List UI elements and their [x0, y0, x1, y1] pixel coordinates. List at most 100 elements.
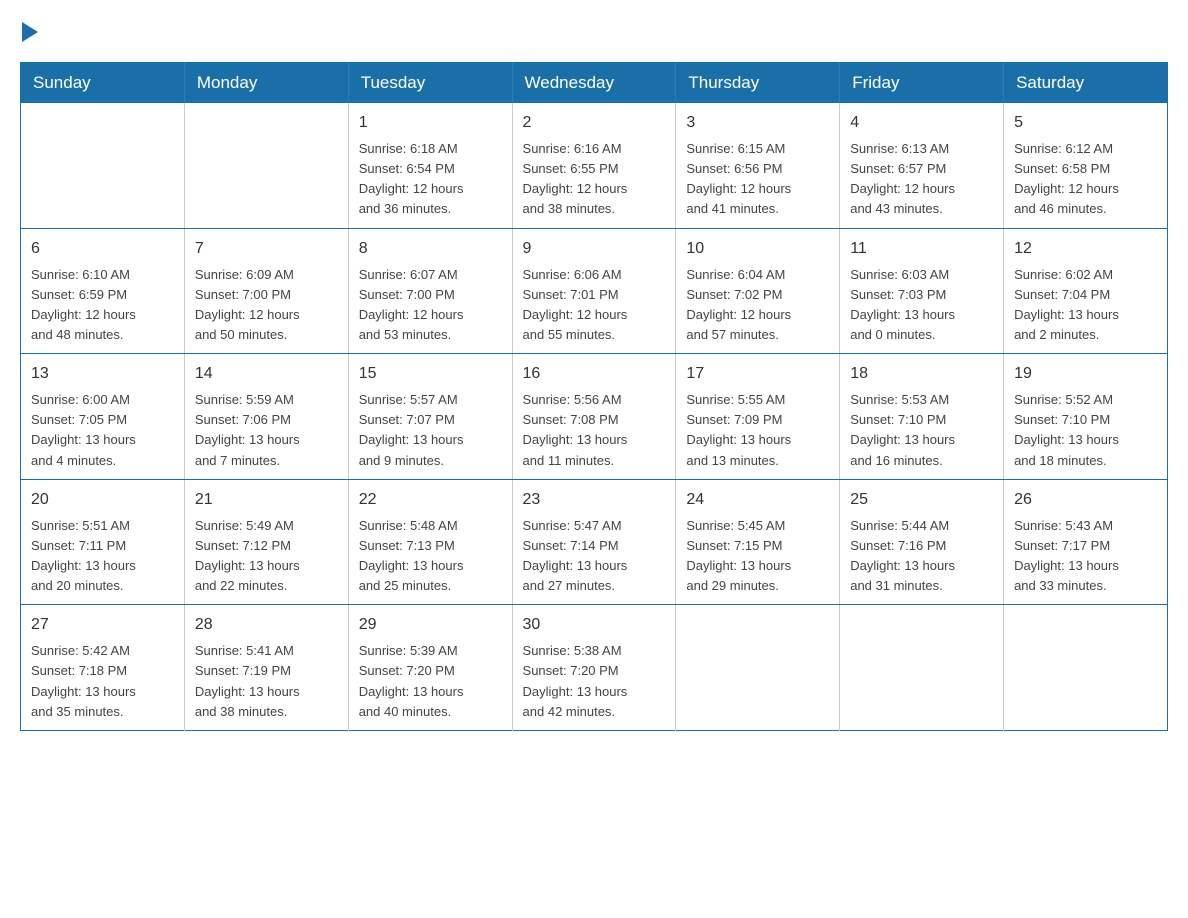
- calendar-cell: 24Sunrise: 5:45 AM Sunset: 7:15 PM Dayli…: [676, 479, 840, 605]
- day-info: Sunrise: 5:38 AM Sunset: 7:20 PM Dayligh…: [523, 641, 666, 722]
- day-number: 4: [850, 111, 993, 135]
- calendar-cell: 25 Sunrise: 5:44 AM Sunset: 7:16 PM Dayli…: [840, 479, 1004, 605]
- logo-triangle-icon: [22, 22, 38, 42]
- calendar-cell: [840, 605, 1004, 731]
- day-number: 24: [686, 488, 829, 512]
- calendar-cell: [184, 103, 348, 228]
- day-number: 18: [850, 362, 993, 386]
- header-monday: Monday: [184, 63, 348, 104]
- logo: [20, 20, 40, 42]
- calendar-cell: 4 Sunrise: 6:13 AM Sunset: 6:57 PM Daylig…: [840, 103, 1004, 228]
- day-info: Sunrise: 6:12 AM Sunset: 6:58 PM Dayligh…: [1014, 139, 1157, 220]
- day-info: Sunrise: 6:02 AM Sunset: 7:04 PM Dayligh…: [1014, 265, 1157, 346]
- weekday-header-row: SundayMondayTuesdayWednesdayThursdayFrid…: [21, 63, 1168, 104]
- calendar-cell: 6 Sunrise: 6:10 AM Sunset: 6:59 PM Daylig…: [21, 228, 185, 354]
- day-number: 14: [195, 362, 338, 386]
- calendar-cell: 9 Sunrise: 6:06 AM Sunset: 7:01 PM Daylig…: [512, 228, 676, 354]
- header-thursday: Thursday: [676, 63, 840, 104]
- calendar-cell: 12Sunrise: 6:02 AM Sunset: 7:04 PM Dayli…: [1004, 228, 1168, 354]
- calendar-cell: 28 Sunrise: 5:41 AM Sunset: 7:19 PM Dayli…: [184, 605, 348, 731]
- day-info: Sunrise: 5:59 AM Sunset: 7:06 PM Dayligh…: [195, 390, 338, 471]
- week-row-5: 27 Sunrise: 5:42 AM Sunset: 7:18 PM Dayli…: [21, 605, 1168, 731]
- day-info: Sunrise: 5:43 AM Sunset: 7:17 PM Dayligh…: [1014, 516, 1157, 597]
- header-sunday: Sunday: [21, 63, 185, 104]
- header-friday: Friday: [840, 63, 1004, 104]
- day-number: 29: [359, 613, 502, 637]
- day-info: Sunrise: 6:04 AM Sunset: 7:02 PM Dayligh…: [686, 265, 829, 346]
- week-row-4: 20 Sunrise: 5:51 AM Sunset: 7:11 PM Dayli…: [21, 479, 1168, 605]
- day-number: 11: [850, 237, 993, 261]
- day-number: 28: [195, 613, 338, 637]
- day-info: Sunrise: 5:48 AM Sunset: 7:13 PM Dayligh…: [359, 516, 502, 597]
- calendar-cell: 20 Sunrise: 5:51 AM Sunset: 7:11 PM Dayli…: [21, 479, 185, 605]
- week-row-1: 1Sunrise: 6:18 AM Sunset: 6:54 PM Daylig…: [21, 103, 1168, 228]
- calendar-cell: 8 Sunrise: 6:07 AM Sunset: 7:00 PM Daylig…: [348, 228, 512, 354]
- calendar-cell: 11 Sunrise: 6:03 AM Sunset: 7:03 PM Dayli…: [840, 228, 1004, 354]
- day-number: 6: [31, 237, 174, 261]
- day-number: 25: [850, 488, 993, 512]
- day-info: Sunrise: 5:39 AM Sunset: 7:20 PM Dayligh…: [359, 641, 502, 722]
- calendar-cell: 2Sunrise: 6:16 AM Sunset: 6:55 PM Daylig…: [512, 103, 676, 228]
- day-info: Sunrise: 6:00 AM Sunset: 7:05 PM Dayligh…: [31, 390, 174, 471]
- day-info: Sunrise: 6:18 AM Sunset: 6:54 PM Dayligh…: [359, 139, 502, 220]
- calendar-cell: 23Sunrise: 5:47 AM Sunset: 7:14 PM Dayli…: [512, 479, 676, 605]
- calendar-cell: 15 Sunrise: 5:57 AM Sunset: 7:07 PM Dayli…: [348, 354, 512, 480]
- calendar-cell: [676, 605, 840, 731]
- day-info: Sunrise: 5:44 AM Sunset: 7:16 PM Dayligh…: [850, 516, 993, 597]
- day-number: 20: [31, 488, 174, 512]
- calendar-cell: 30 Sunrise: 5:38 AM Sunset: 7:20 PM Dayli…: [512, 605, 676, 731]
- calendar-cell: 26 Sunrise: 5:43 AM Sunset: 7:17 PM Dayli…: [1004, 479, 1168, 605]
- calendar-cell: 16Sunrise: 5:56 AM Sunset: 7:08 PM Dayli…: [512, 354, 676, 480]
- day-info: Sunrise: 6:09 AM Sunset: 7:00 PM Dayligh…: [195, 265, 338, 346]
- calendar-cell: [21, 103, 185, 228]
- day-info: Sunrise: 6:07 AM Sunset: 7:00 PM Dayligh…: [359, 265, 502, 346]
- calendar-cell: 13 Sunrise: 6:00 AM Sunset: 7:05 PM Dayli…: [21, 354, 185, 480]
- calendar-cell: 19 Sunrise: 5:52 AM Sunset: 7:10 PM Dayli…: [1004, 354, 1168, 480]
- day-number: 21: [195, 488, 338, 512]
- day-info: Sunrise: 5:55 AM Sunset: 7:09 PM Dayligh…: [686, 390, 829, 471]
- header-tuesday: Tuesday: [348, 63, 512, 104]
- day-number: 30: [523, 613, 666, 637]
- day-info: Sunrise: 6:16 AM Sunset: 6:55 PM Dayligh…: [523, 139, 666, 220]
- day-info: Sunrise: 5:49 AM Sunset: 7:12 PM Dayligh…: [195, 516, 338, 597]
- calendar-cell: 29 Sunrise: 5:39 AM Sunset: 7:20 PM Dayli…: [348, 605, 512, 731]
- day-number: 26: [1014, 488, 1157, 512]
- day-number: 27: [31, 613, 174, 637]
- header-saturday: Saturday: [1004, 63, 1168, 104]
- day-info: Sunrise: 6:10 AM Sunset: 6:59 PM Dayligh…: [31, 265, 174, 346]
- calendar-cell: 3Sunrise: 6:15 AM Sunset: 6:56 PM Daylig…: [676, 103, 840, 228]
- day-info: Sunrise: 5:53 AM Sunset: 7:10 PM Dayligh…: [850, 390, 993, 471]
- day-info: Sunrise: 6:03 AM Sunset: 7:03 PM Dayligh…: [850, 265, 993, 346]
- day-number: 3: [686, 111, 829, 135]
- calendar-cell: 14 Sunrise: 5:59 AM Sunset: 7:06 PM Dayli…: [184, 354, 348, 480]
- week-row-3: 13 Sunrise: 6:00 AM Sunset: 7:05 PM Dayli…: [21, 354, 1168, 480]
- logo-line1: [20, 20, 40, 42]
- day-number: 13: [31, 362, 174, 386]
- day-number: 9: [523, 237, 666, 261]
- day-number: 8: [359, 237, 502, 261]
- day-info: Sunrise: 6:06 AM Sunset: 7:01 PM Dayligh…: [523, 265, 666, 346]
- day-info: Sunrise: 5:52 AM Sunset: 7:10 PM Dayligh…: [1014, 390, 1157, 471]
- header-wednesday: Wednesday: [512, 63, 676, 104]
- day-number: 15: [359, 362, 502, 386]
- day-number: 7: [195, 237, 338, 261]
- day-info: Sunrise: 5:42 AM Sunset: 7:18 PM Dayligh…: [31, 641, 174, 722]
- page-header: [20, 20, 1168, 42]
- day-number: 10: [686, 237, 829, 261]
- week-row-2: 6 Sunrise: 6:10 AM Sunset: 6:59 PM Daylig…: [21, 228, 1168, 354]
- calendar-cell: 10 Sunrise: 6:04 AM Sunset: 7:02 PM Dayli…: [676, 228, 840, 354]
- day-number: 22: [359, 488, 502, 512]
- day-info: Sunrise: 5:41 AM Sunset: 7:19 PM Dayligh…: [195, 641, 338, 722]
- calendar-cell: 7 Sunrise: 6:09 AM Sunset: 7:00 PM Daylig…: [184, 228, 348, 354]
- calendar-cell: 27 Sunrise: 5:42 AM Sunset: 7:18 PM Dayli…: [21, 605, 185, 731]
- calendar-cell: [1004, 605, 1168, 731]
- day-info: Sunrise: 5:57 AM Sunset: 7:07 PM Dayligh…: [359, 390, 502, 471]
- day-info: Sunrise: 6:13 AM Sunset: 6:57 PM Dayligh…: [850, 139, 993, 220]
- calendar-cell: 17 Sunrise: 5:55 AM Sunset: 7:09 PM Dayli…: [676, 354, 840, 480]
- calendar-table: SundayMondayTuesdayWednesdayThursdayFrid…: [20, 62, 1168, 731]
- day-info: Sunrise: 5:51 AM Sunset: 7:11 PM Dayligh…: [31, 516, 174, 597]
- calendar-cell: 18 Sunrise: 5:53 AM Sunset: 7:10 PM Dayli…: [840, 354, 1004, 480]
- day-number: 5: [1014, 111, 1157, 135]
- day-number: 17: [686, 362, 829, 386]
- day-number: 19: [1014, 362, 1157, 386]
